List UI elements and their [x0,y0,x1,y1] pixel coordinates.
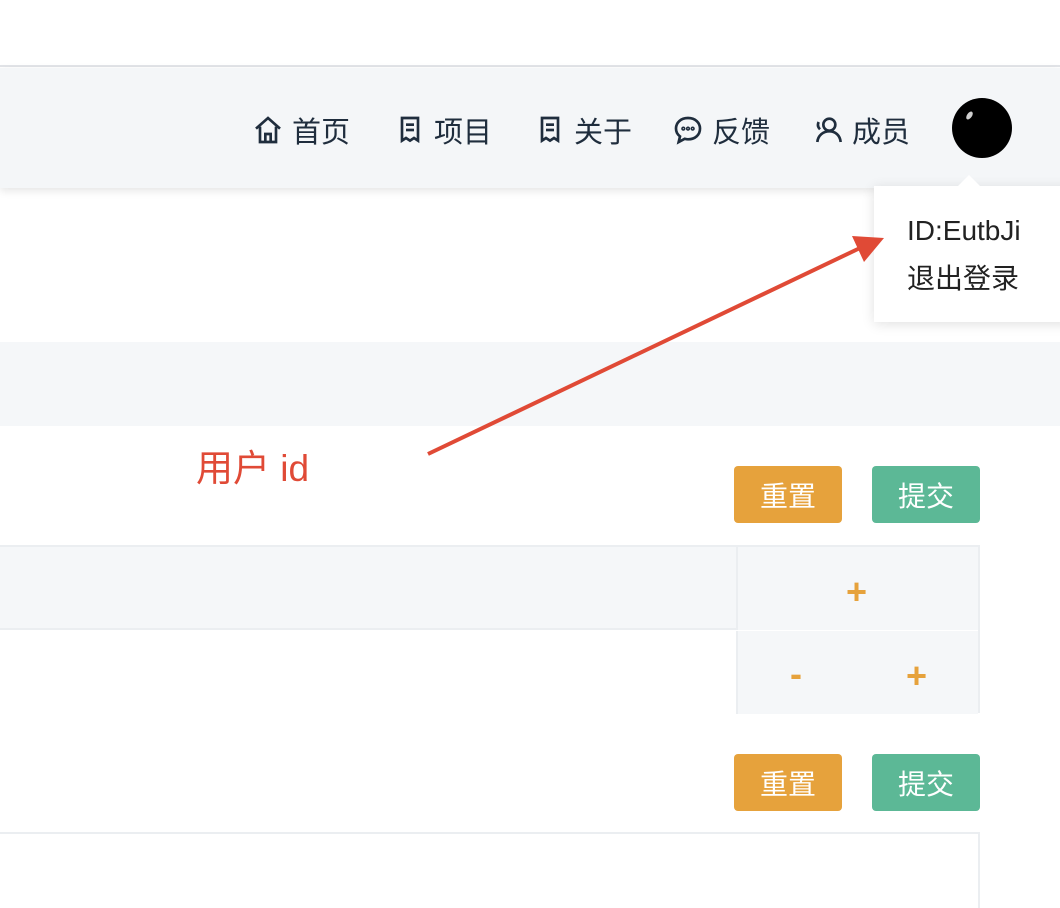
user-dropdown: ID:EutbJi 退出登录 [874,175,1060,322]
logout-menu-item[interactable]: 退出登录 [907,257,1019,297]
chat-icon [674,116,702,145]
nav-item-feedback[interactable]: 反馈 [672,110,770,150]
row-actions: + [736,547,978,630]
user-avatar[interactable] [952,98,1012,158]
filter-bar [0,342,1060,426]
home-icon [255,116,281,144]
user-id-text: ID:EutbJi [907,215,1021,246]
document-icon [400,116,420,144]
nav-item-about[interactable]: 关于 [534,110,632,150]
nav-item-label: 首页 [292,117,351,149]
submit-button[interactable]: 提交 [872,466,980,523]
document-icon [540,116,560,144]
nav-item-projects[interactable]: 项目 [394,110,492,150]
add-row-button[interactable]: + [846,571,867,613]
row-actions: - + [736,631,978,714]
nav-item-label: 项目 [434,117,493,149]
nav-item-members[interactable]: 成员 [812,110,910,150]
top-strip [0,0,1060,67]
nav-item-label: 关于 [574,117,633,149]
nav-item-home[interactable]: 首页 [252,110,350,150]
data-table: + - + [0,545,980,714]
submit-button[interactable]: 提交 [872,754,980,811]
remove-row-button[interactable]: - [790,653,802,695]
nav-item-label: 成员 [852,117,911,149]
table-row: - + [0,631,978,714]
user-icon [816,117,842,143]
reset-button[interactable]: 重置 [734,754,842,811]
add-row-button[interactable]: + [906,655,927,697]
annotation-label: 用户 id [196,448,310,489]
reset-button[interactable]: 重置 [734,466,842,523]
table-row: + [0,547,978,630]
content-box [0,832,980,908]
nav-item-label: 反馈 [712,117,771,149]
